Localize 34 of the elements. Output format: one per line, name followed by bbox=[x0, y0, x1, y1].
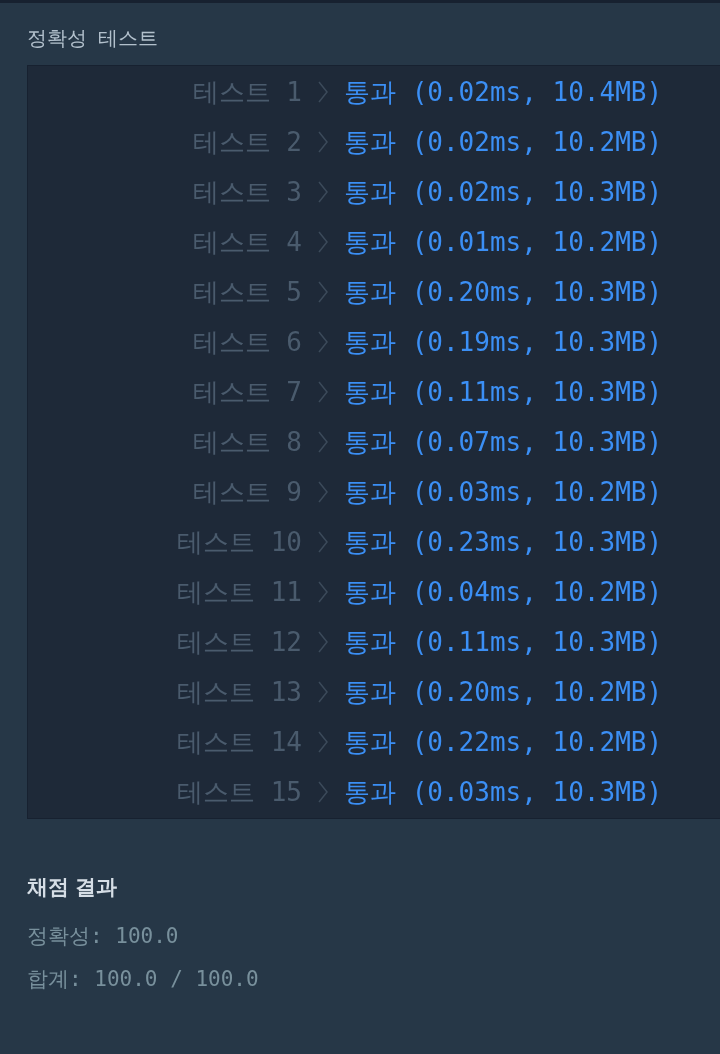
test-result: 통과 (0.20ms, 10.3MB) bbox=[344, 275, 663, 309]
grading-score: 합계: 100.0 / 100.0 bbox=[27, 966, 260, 993]
chevron-right-icon bbox=[318, 431, 328, 453]
grading-title: 채점 결과 bbox=[27, 874, 118, 900]
test-result: 통과 (0.22ms, 10.2MB) bbox=[344, 725, 663, 759]
test-result: 통과 (0.03ms, 10.3MB) bbox=[344, 775, 663, 809]
chevron-right-icon bbox=[318, 381, 328, 403]
chevron-right-icon bbox=[318, 331, 328, 353]
test-result: 통과 (0.03ms, 10.2MB) bbox=[344, 475, 663, 509]
chevron-right-icon bbox=[318, 231, 328, 253]
test-result: 통과 (0.02ms, 10.3MB) bbox=[344, 175, 663, 209]
chevron-right-icon bbox=[318, 481, 328, 503]
test-result: 통과 (0.04ms, 10.2MB) bbox=[344, 575, 663, 609]
chevron-right-icon bbox=[318, 731, 328, 753]
test-result: 통과 (0.02ms, 10.4MB) bbox=[344, 75, 663, 109]
chevron-right-icon bbox=[318, 181, 328, 203]
test-result: 통과 (0.01ms, 10.2MB) bbox=[344, 225, 663, 259]
test-result: 통과 (0.19ms, 10.3MB) bbox=[344, 325, 663, 359]
grading-score: 정확성: 100.0 bbox=[27, 922, 180, 950]
chevron-right-icon bbox=[318, 81, 328, 103]
test-result: 통과 (0.20ms, 10.2MB) bbox=[344, 675, 663, 709]
chevron-right-icon bbox=[318, 281, 328, 303]
test-result: 통과 (0.11ms, 10.3MB) bbox=[344, 625, 663, 659]
chevron-right-icon bbox=[318, 581, 328, 603]
chevron-right-icon bbox=[318, 131, 328, 153]
test-result: 통과 (0.23ms, 10.3MB) bbox=[344, 525, 663, 559]
chevron-right-icon bbox=[318, 531, 328, 553]
chevron-right-icon bbox=[318, 681, 328, 703]
test-result: 통과 (0.11ms, 10.3MB) bbox=[344, 375, 663, 409]
chevron-right-icon bbox=[318, 781, 328, 803]
test-result: 통과 (0.02ms, 10.2MB) bbox=[344, 125, 663, 159]
section-title: 정확성 테스트 bbox=[27, 26, 160, 51]
test-result: 통과 (0.07ms, 10.3MB) bbox=[344, 425, 663, 459]
chevron-right-icon bbox=[318, 631, 328, 653]
